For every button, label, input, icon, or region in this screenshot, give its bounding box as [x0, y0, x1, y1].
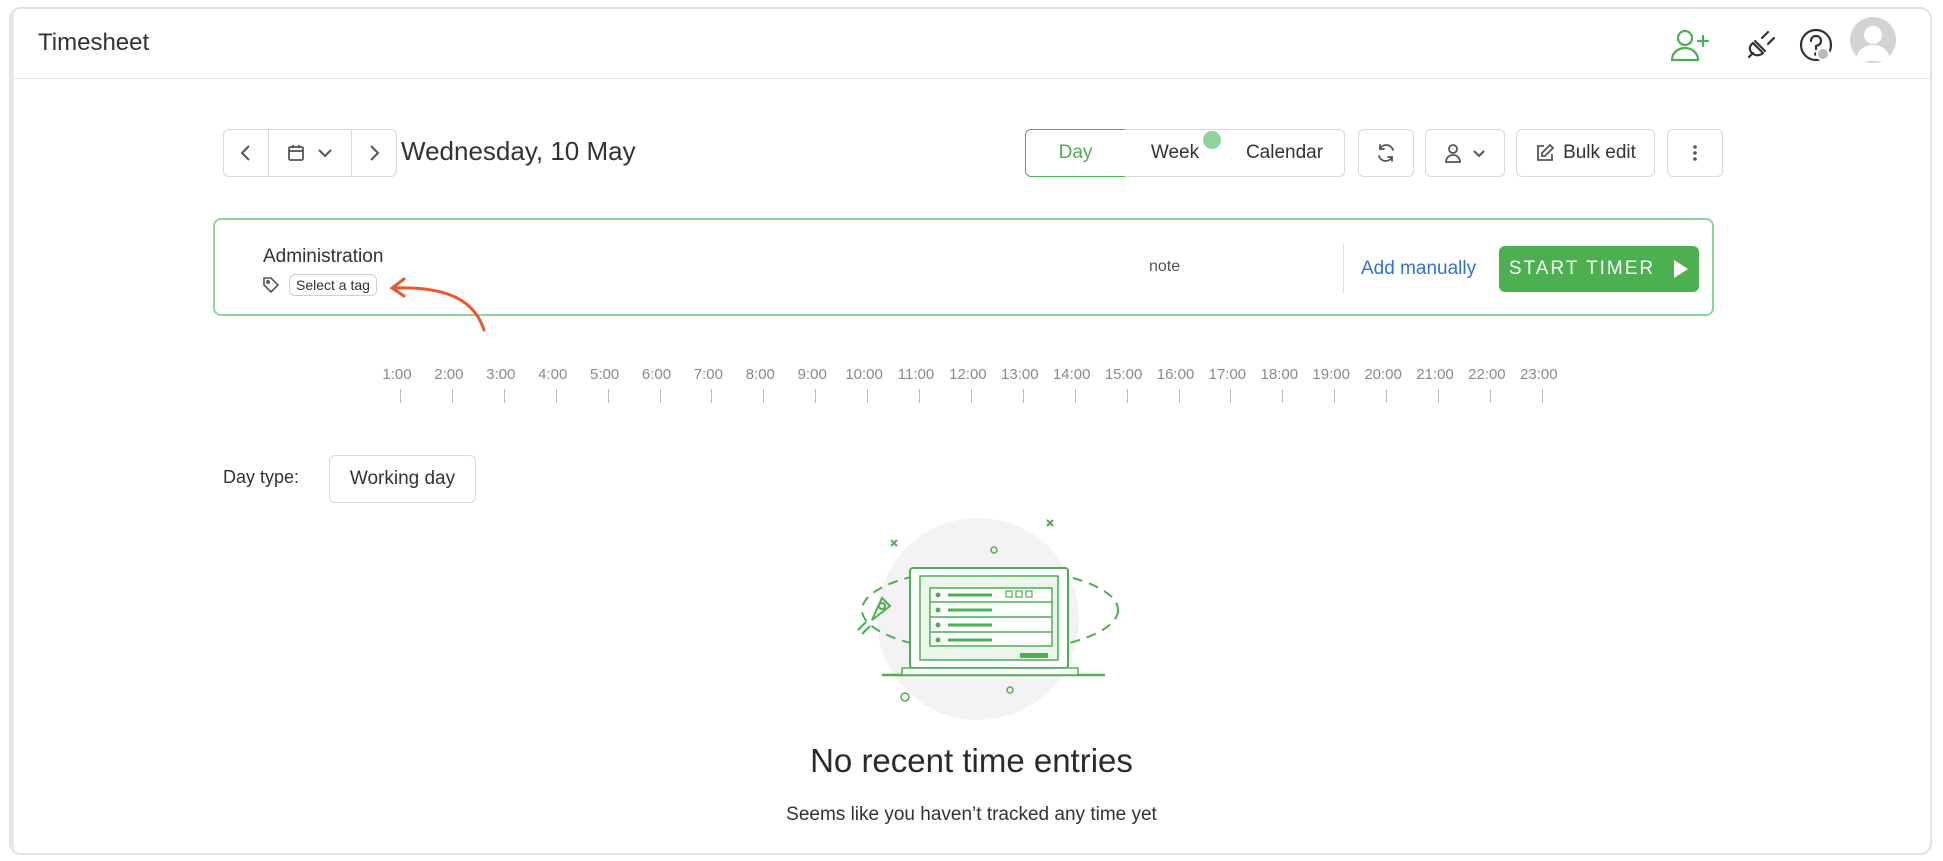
timeline-hour-label: 17:00: [1208, 366, 1247, 383]
chevron-down-icon: [318, 149, 332, 158]
calendar-icon: [288, 145, 304, 161]
timeline-tick: [711, 389, 713, 403]
timeline-tick: [919, 389, 920, 403]
timeline-hour-label: 11:00: [897, 366, 935, 383]
note-input[interactable]: note: [1149, 258, 1180, 276]
timeline-tick: [1178, 389, 1180, 403]
timeline-hour-label: 6:00: [641, 366, 672, 383]
notification-dot: [1203, 131, 1221, 149]
timeline-hour-label: 8:00: [745, 366, 775, 383]
timeline-tick: [815, 389, 817, 403]
timeline-hour-label: 16:00: [1156, 366, 1195, 383]
prev-day-button[interactable]: [223, 129, 269, 177]
timeline-hour-label: 4:00: [538, 366, 568, 383]
start-timer-label: START TIMER: [1508, 258, 1656, 279]
timeline-tick: [1230, 389, 1232, 403]
timeline-tick: [555, 389, 557, 403]
timeline-tick: [659, 389, 661, 403]
play-icon: [1674, 260, 1689, 278]
project-selector[interactable]: Administration: [263, 246, 383, 268]
refresh-icon: [1378, 144, 1394, 162]
divider: [1343, 244, 1344, 294]
timeline-tick: [1541, 389, 1543, 403]
refresh-button[interactable]: [1358, 129, 1414, 177]
timeline-hour-label: 18:00: [1260, 366, 1299, 383]
timeline-tick: [1022, 389, 1024, 403]
avatar[interactable]: [1850, 17, 1896, 63]
empty-state-illustration: [857, 518, 1119, 720]
timeline-tick: [1489, 389, 1491, 403]
bulk-edit-button[interactable]: Bulk edit: [1516, 129, 1655, 177]
add-user-icon[interactable]: [1668, 23, 1712, 67]
empty-state-subtitle: Seems like you haven’t tracked any time …: [786, 804, 1157, 825]
timeline-tick: [867, 389, 869, 403]
timeline-hour-label: 21:00: [1416, 366, 1454, 383]
user-filter-button[interactable]: [1425, 129, 1505, 177]
timeline-tick: [451, 389, 453, 403]
timeline-hour-label: 20:00: [1364, 366, 1402, 383]
tab-day[interactable]: Day: [1025, 129, 1126, 177]
timeline-tick: [763, 389, 765, 403]
timeline-tick: [1074, 389, 1076, 403]
timeline-hour-label: 19:00: [1312, 366, 1350, 383]
day-type-selector[interactable]: Working day: [329, 455, 476, 503]
page-title: Timesheet: [38, 29, 150, 56]
timeline-hour-label: 7:00: [693, 366, 723, 383]
help-icon[interactable]: [1794, 23, 1838, 67]
bulk-edit-label: Bulk edit: [1563, 142, 1636, 163]
timeline-tick: [1438, 389, 1439, 403]
help-badge: [1816, 47, 1830, 61]
timeline-hour-label: 14:00: [1052, 366, 1091, 383]
timeline-hour-label: 1:00: [382, 366, 412, 383]
timeline-hour-label: 12:00: [949, 366, 987, 383]
timeline-tick: [1282, 389, 1284, 403]
timeline-hour-label: 10:00: [845, 366, 883, 383]
chevron-right-icon: [370, 145, 380, 161]
chevron-left-icon: [240, 145, 250, 161]
timeline-hour-label: 2:00: [434, 366, 464, 383]
timeline-hour-label: 9:00: [797, 366, 827, 383]
plug-icon[interactable]: [1740, 23, 1784, 67]
left-edge: [11, 9, 14, 853]
timeline-tick: [1334, 389, 1336, 403]
select-tag-button[interactable]: Select a tag: [289, 274, 377, 296]
start-timer-button[interactable]: START TIMER: [1499, 246, 1699, 292]
user-icon: [1445, 144, 1461, 163]
timeline-hour-label: 15:00: [1104, 366, 1143, 383]
timeline-tick: [607, 389, 609, 403]
annotation-arrow-icon: [389, 277, 486, 332]
more-options-button[interactable]: [1667, 129, 1723, 177]
date-picker-button[interactable]: [268, 129, 352, 177]
current-date: Wednesday, 10 May: [401, 136, 636, 166]
chevron-down-icon: [1473, 149, 1485, 157]
timeline-tick: [503, 389, 505, 403]
timeline-tick: [400, 389, 401, 403]
next-day-button[interactable]: [351, 129, 397, 177]
timeline-hour-label: 13:00: [1001, 366, 1039, 383]
empty-state-title: No recent time entries: [810, 742, 1133, 779]
timeline-tick: [1386, 389, 1388, 403]
timeline-tick: [1126, 389, 1128, 403]
timeline-tick: [970, 389, 972, 403]
tab-calendar[interactable]: Calendar: [1225, 129, 1345, 177]
top-bar: Timesheet: [11, 9, 1930, 79]
tag-icon: [263, 277, 280, 294]
add-manually-link[interactable]: Add manually: [1361, 258, 1476, 280]
more-vertical-icon: [1693, 145, 1697, 161]
timeline-hour-label: 23:00: [1520, 366, 1558, 383]
timeline-hour-label: 5:00: [589, 366, 620, 383]
timeline-hour-label: 22:00: [1468, 366, 1506, 383]
day-type-label: Day type:: [223, 467, 300, 487]
edit-icon: [1537, 143, 1555, 161]
timeline-hour-label: 3:00: [486, 366, 516, 383]
